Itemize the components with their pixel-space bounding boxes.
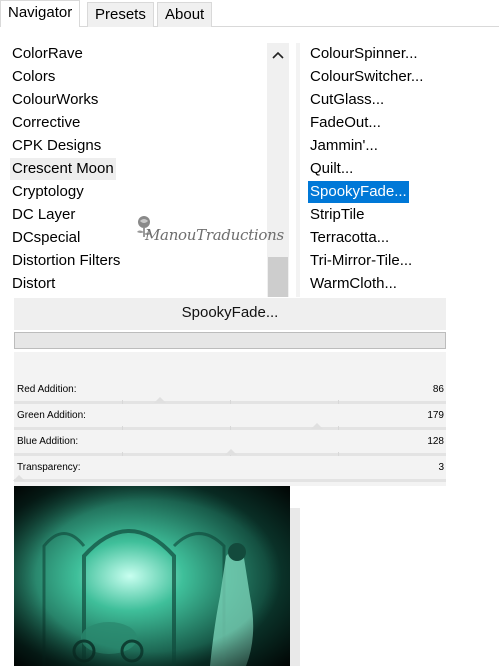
scrollbar-thumb[interactable] [268, 257, 288, 297]
slider-thumb[interactable] [225, 449, 237, 455]
filter-item[interactable]: ColourSwitcher... [310, 66, 423, 88]
slider-value: 179 [427, 410, 444, 421]
filter-item[interactable]: StripTile [310, 204, 364, 226]
slider-track[interactable] [14, 479, 446, 482]
slider-label: Transparency: [17, 462, 81, 473]
filter-item[interactable]: Terracotta... [310, 227, 389, 249]
filter-item[interactable]: FadeOut... [310, 112, 381, 134]
preview-artwork [14, 486, 290, 666]
category-item[interactable]: Corrective [12, 112, 80, 134]
filter-item[interactable]: WarmCloth... [310, 273, 397, 295]
slider-green-addition[interactable]: Green Addition: 179 [14, 408, 446, 434]
filter-item[interactable]: Jammin'... [310, 135, 378, 157]
category-item[interactable]: Distortion Filters [12, 250, 120, 272]
slider-value: 128 [427, 436, 444, 447]
tab-navigator[interactable]: Navigator [0, 0, 81, 27]
filter-item[interactable]: Tri-Mirror-Tile... [310, 250, 412, 272]
category-item[interactable]: ColourWorks [12, 89, 98, 111]
category-list[interactable]: ColorRave Colors ColourWorks Corrective … [0, 40, 268, 298]
preview-vignette [14, 486, 290, 666]
slider-red-addition[interactable]: Red Addition: 86 [14, 382, 446, 408]
slider-label: Red Addition: [17, 384, 77, 395]
slider-label: Blue Addition: [17, 436, 79, 447]
category-item[interactable]: CPK Designs [12, 135, 101, 157]
chevron-up-icon[interactable] [267, 45, 289, 65]
slider-tick [230, 400, 231, 404]
slider-thumb[interactable] [154, 397, 166, 403]
tab-bar: Navigator Presets About [0, 0, 499, 27]
category-item[interactable]: DC Layer [12, 204, 75, 226]
filter-title: SpookyFade... [14, 298, 446, 330]
preview-image[interactable] [14, 486, 290, 666]
slider-panel: Red Addition: 86 Green Addition: 179 Blu… [13, 352, 446, 486]
watermark-text: ManouTraductions [145, 226, 284, 244]
slider-tick [338, 426, 339, 430]
category-scrollbar[interactable] [267, 43, 289, 297]
slider-tick [122, 452, 123, 456]
slider-blue-addition[interactable]: Blue Addition: 128 [14, 434, 446, 460]
tab-presets[interactable]: Presets [87, 2, 154, 27]
slider-value: 86 [432, 384, 444, 395]
category-item[interactable]: Colors [12, 66, 55, 88]
slider-tick [338, 452, 339, 456]
filter-item[interactable]: CutGlass... [310, 89, 384, 111]
slider-tick [122, 426, 123, 430]
progress-bar [14, 332, 446, 349]
tab-about[interactable]: About [157, 2, 213, 27]
category-item[interactable]: Cryptology [12, 181, 84, 203]
filter-list[interactable]: ColourSpinner... ColourSwitcher... CutGl… [300, 40, 499, 298]
category-item[interactable]: DCspecial [12, 227, 80, 249]
category-item[interactable]: Distort [12, 273, 55, 295]
slider-label: Green Addition: [17, 410, 86, 421]
slider-thumb[interactable] [13, 475, 25, 481]
slider-tick [230, 426, 231, 430]
watermark: ManouTraductions [133, 214, 284, 246]
slider-tick [122, 400, 123, 404]
slider-value: 3 [438, 462, 444, 473]
slider-thumb[interactable] [311, 423, 323, 429]
preview-scroll-edge [290, 508, 300, 666]
slider-transparency[interactable]: Transparency: 3 [13, 460, 446, 486]
filter-item[interactable]: ColourSpinner... [310, 43, 418, 65]
category-item[interactable]: ColorRave [12, 43, 83, 65]
filter-item-selected[interactable]: SpookyFade... [308, 181, 409, 203]
filter-item[interactable]: Quilt... [310, 158, 353, 180]
category-item-highlighted[interactable]: Crescent Moon [10, 158, 116, 180]
slider-tick [338, 400, 339, 404]
